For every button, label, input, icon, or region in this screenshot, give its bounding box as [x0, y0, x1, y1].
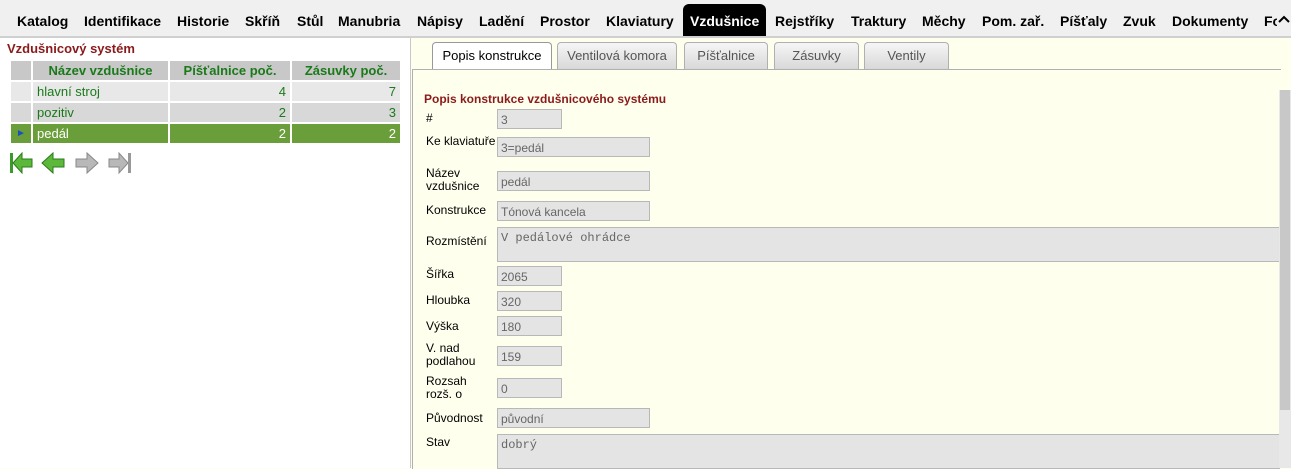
- table-row[interactable]: pozitiv 2 3: [11, 103, 400, 122]
- nav-tab-manubria[interactable]: Manubria: [338, 4, 400, 36]
- nav-tab-mechy[interactable]: Měchy: [922, 4, 966, 36]
- tab-popis-konstrukce[interactable]: Popis konstrukce: [432, 42, 552, 71]
- previous-record-button[interactable]: [40, 150, 66, 176]
- field-sirka[interactable]: 2065: [497, 266, 562, 286]
- tab-zasuvky[interactable]: Zásuvky: [774, 42, 859, 69]
- cell-zasuvky: 3: [292, 103, 400, 122]
- tab-ventily[interactable]: Ventily: [864, 42, 949, 69]
- label-nad-podlahou: V. nad podlahou: [426, 341, 476, 368]
- label-hloubka: Hloubka: [426, 293, 471, 307]
- table-row[interactable]: hlavní stroj 4 7: [11, 82, 400, 101]
- nav-tab-prostor[interactable]: Prostor: [540, 4, 590, 36]
- tab-pistalnice[interactable]: Píšťalnice: [684, 42, 768, 69]
- cell-zasuvky: 7: [292, 82, 400, 101]
- field-hloubka[interactable]: 320: [497, 291, 562, 311]
- first-record-button[interactable]: [8, 150, 34, 176]
- field-vyska[interactable]: 180: [497, 316, 562, 336]
- nav-tab-identifikace[interactable]: Identifikace: [84, 4, 161, 36]
- nav-tab-ladeni[interactable]: Ladění: [479, 4, 524, 36]
- label-puvodnost: Původnost: [426, 411, 483, 425]
- field-nazev[interactable]: pedál: [497, 171, 650, 191]
- nav-tab-vzdusnice[interactable]: Vzdušnice: [683, 4, 767, 36]
- cell-zasuvky: 2: [292, 124, 400, 143]
- tab-ventilova-komora[interactable]: Ventilová komora: [557, 42, 677, 69]
- label-rozsah: Rozsah rozš. o: [426, 374, 467, 401]
- last-record-button[interactable]: [107, 150, 133, 176]
- nav-tab-klaviatury[interactable]: Klaviatury: [606, 4, 674, 36]
- nav-tab-dokumenty[interactable]: Dokumenty: [1172, 4, 1248, 36]
- nav-tab-rejstriky[interactable]: Rejstříky: [775, 4, 834, 36]
- top-navigation: Katalog Identifikace Historie Skříň Stůl…: [0, 0, 1291, 38]
- nav-scroll-up-button[interactable]: [1277, 0, 1291, 36]
- field-stav[interactable]: dobrý: [497, 434, 1280, 469]
- cell-pistalnice: 2: [170, 124, 290, 143]
- label-nazev: Název vzdušnice: [426, 166, 480, 193]
- form-title: Popis konstrukce vzdušnicového systému: [424, 92, 667, 106]
- first-icon: [10, 151, 33, 175]
- table-row-selected[interactable]: ► pedál 2 2: [11, 124, 400, 143]
- nav-tab-historie[interactable]: Historie: [177, 4, 229, 36]
- nav-tab-zvuk[interactable]: Zvuk: [1123, 4, 1156, 36]
- row-selected-indicator-icon: ►: [11, 124, 31, 143]
- scrollbar-thumb[interactable]: [1280, 90, 1290, 410]
- field-puvodnost[interactable]: původní: [497, 408, 650, 428]
- cell-pistalnice: 2: [170, 103, 290, 122]
- row-indicator: [11, 103, 31, 122]
- label-sirka: Šířka: [426, 267, 455, 281]
- label-konstrukce: Konstrukce: [426, 203, 487, 217]
- vzdusnice-table: Název vzdušnice Píšťalnice poč. Zásuvky …: [9, 59, 402, 145]
- nav-tab-katalog[interactable]: Katalog: [17, 4, 68, 36]
- column-header-nazev[interactable]: Název vzdušnice: [33, 61, 168, 80]
- column-header-zasuvky[interactable]: Zásuvky poč.: [292, 61, 400, 80]
- label-cislo: #: [426, 111, 433, 125]
- column-header-pistalnice[interactable]: Píšťalnice poč.: [170, 61, 290, 80]
- nav-tab-stul[interactable]: Stůl: [297, 4, 323, 36]
- cell-pistalnice: 4: [170, 82, 290, 101]
- section-title: Vzdušnicový systém: [7, 41, 135, 56]
- field-konstrukce[interactable]: Tónová kancela: [497, 201, 650, 221]
- nav-tab-traktury[interactable]: Traktury: [851, 4, 906, 36]
- nav-tab-pom-zar[interactable]: Pom. zař.: [982, 4, 1044, 36]
- nav-tab-pistaly[interactable]: Píšťaly: [1060, 4, 1107, 36]
- field-rozmisteni[interactable]: V pedálové ohrádce: [497, 227, 1280, 262]
- row-indicator: [11, 82, 31, 101]
- row-indicator-header: [11, 61, 31, 80]
- nav-tab-skrin[interactable]: Skříň: [245, 4, 280, 36]
- cell-nazev: pedál: [33, 124, 168, 143]
- cell-nazev: pozitiv: [33, 103, 168, 122]
- prev-icon: [41, 151, 65, 175]
- label-vyska: Výška: [426, 319, 459, 333]
- nav-tab-napisy[interactable]: Nápisy: [417, 4, 463, 36]
- left-panel: Vzdušnicový systém Název vzdušnice Píšťa…: [0, 38, 411, 468]
- chevron-up-icon: [1278, 15, 1290, 23]
- form-panel: Popis konstrukce vzdušnicového systému #…: [412, 69, 1281, 469]
- cell-nazev: hlavní stroj: [33, 82, 168, 101]
- label-stav: Stav: [426, 435, 451, 449]
- field-cislo[interactable]: 3: [497, 109, 562, 129]
- field-klaviatura[interactable]: 3=pedál: [497, 137, 650, 157]
- next-record-button[interactable]: [74, 150, 100, 176]
- label-rozmisteni: Rozmístění: [426, 234, 487, 248]
- field-nad-podlahou[interactable]: 159: [497, 346, 562, 366]
- vertical-scrollbar[interactable]: [1279, 90, 1291, 468]
- last-icon: [108, 151, 131, 175]
- field-rozsah[interactable]: 0: [497, 378, 562, 398]
- next-icon: [75, 151, 99, 175]
- label-klaviatura: Ke klaviatuře: [426, 134, 496, 148]
